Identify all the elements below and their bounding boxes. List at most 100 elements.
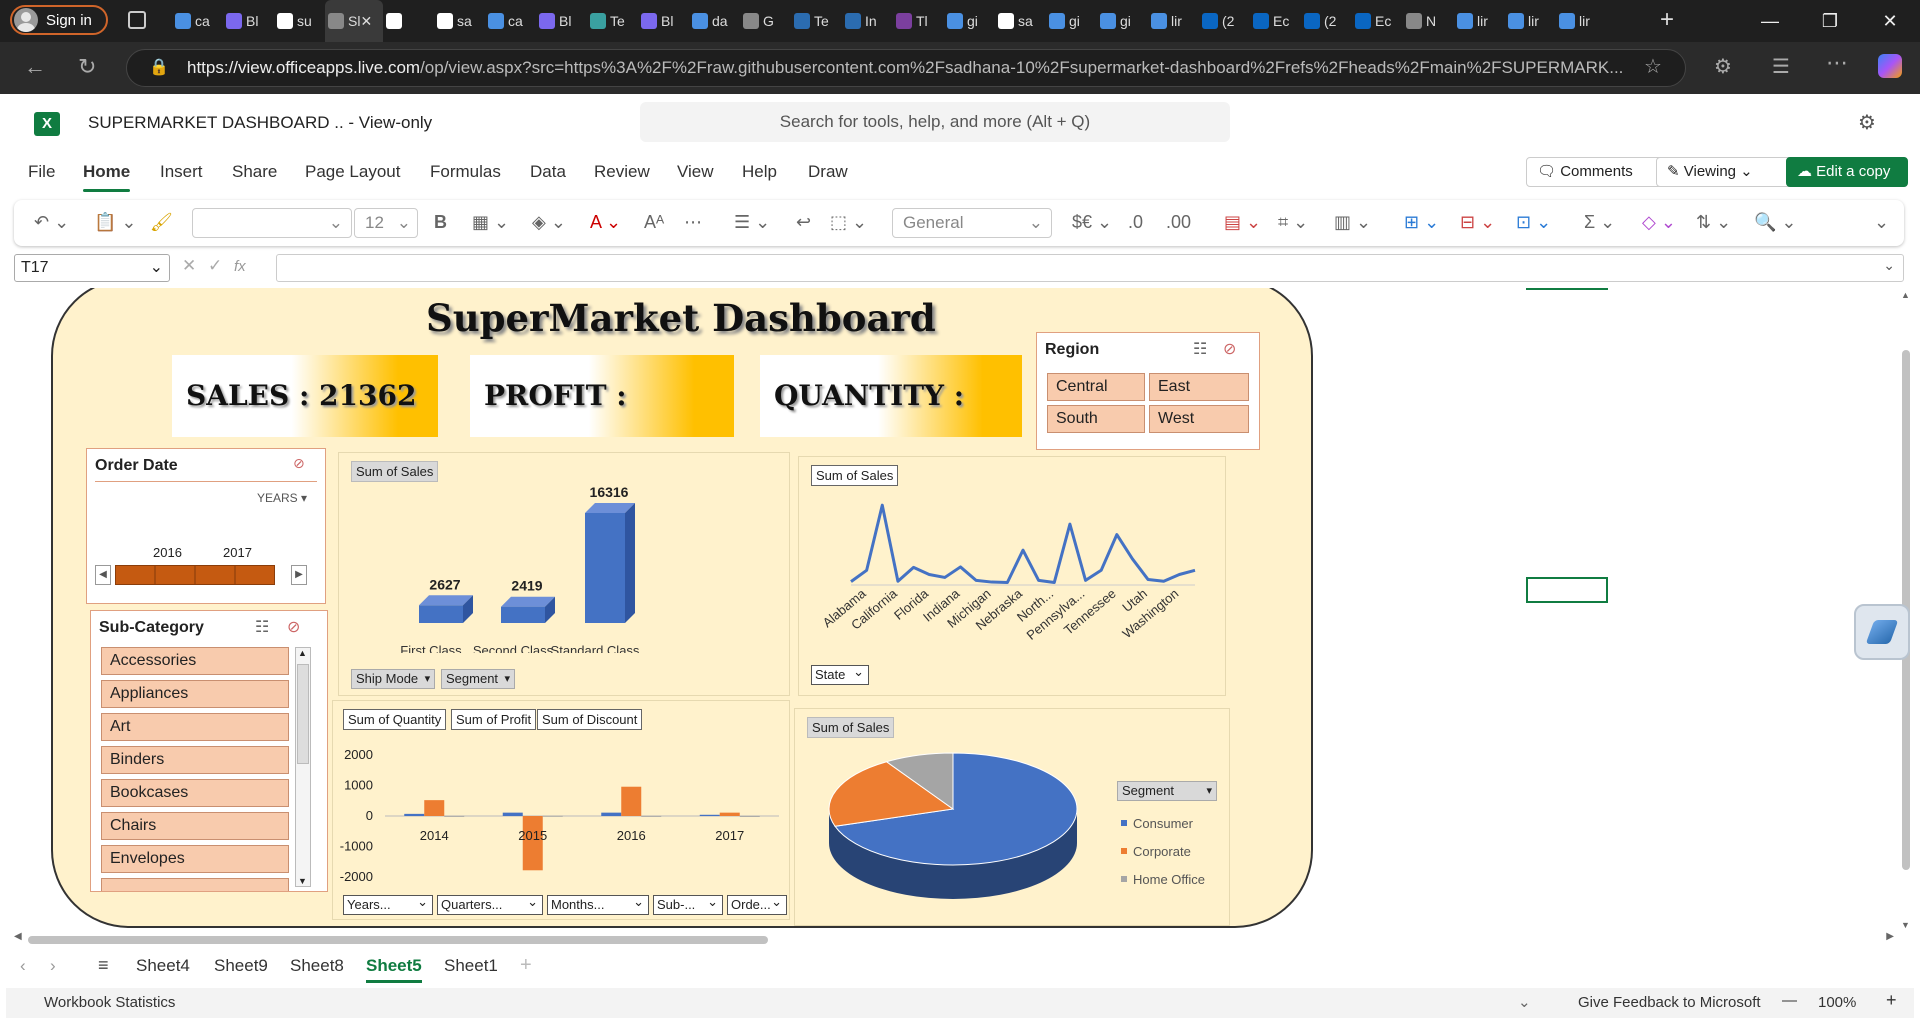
- conditional-format-icon[interactable]: ▤ ⌄: [1224, 212, 1261, 233]
- sign-in-button[interactable]: Sign in: [10, 5, 108, 35]
- font-name-dropdown[interactable]: ⌄: [192, 208, 352, 238]
- search-input[interactable]: Search for tools, help, and more (Alt + …: [640, 102, 1230, 142]
- close-tab-icon[interactable]: ✕: [360, 13, 372, 30]
- minimize-icon[interactable]: —: [1740, 0, 1800, 42]
- borders-icon[interactable]: ▦ ⌄: [472, 212, 509, 233]
- browser-tab[interactable]: Sl ✕: [325, 0, 383, 42]
- edit-copy-button[interactable]: ☁ Edit a copy: [1786, 157, 1908, 187]
- currency-icon[interactable]: $€ ⌄: [1072, 212, 1112, 233]
- align-icon[interactable]: ☰ ⌄: [734, 212, 770, 233]
- insert-cells-icon[interactable]: ⊞ ⌄: [1404, 212, 1439, 233]
- browser-tab[interactable]: (2: [1199, 0, 1250, 42]
- region-item-south[interactable]: South: [1047, 405, 1145, 433]
- sub-category-item-accessories[interactable]: Accessories: [101, 647, 289, 675]
- sheet-tab-sheet4[interactable]: Sheet4: [136, 956, 190, 976]
- menu-home[interactable]: Home: [83, 162, 131, 192]
- year-bar[interactable]: [601, 812, 622, 816]
- browser-tab[interactable]: Tl: [893, 0, 944, 42]
- add-sheet-icon[interactable]: +: [520, 954, 532, 977]
- year-bar[interactable]: [739, 815, 760, 817]
- browser-tab[interactable]: lir: [1148, 0, 1199, 42]
- sub-category-item-envelopes[interactable]: Envelopes: [101, 845, 289, 873]
- region-item-east[interactable]: East: [1149, 373, 1249, 401]
- prev-sheet-icon[interactable]: ‹: [20, 956, 26, 976]
- year-bar[interactable]: [621, 786, 642, 816]
- browser-tab[interactable]: (2: [1301, 0, 1352, 42]
- browser-tab[interactable]: sa: [434, 0, 485, 42]
- browser-tab[interactable]: Te: [791, 0, 842, 42]
- tab-actions-icon[interactable]: [128, 11, 146, 29]
- extensions-icon[interactable]: ⚙: [1714, 54, 1732, 79]
- ribbon-expand-icon[interactable]: ⌄: [1874, 212, 1889, 233]
- multi-select-icon[interactable]: ☷: [255, 617, 269, 637]
- sub-category-item-bookcases[interactable]: Bookcases: [101, 779, 289, 807]
- menu-review[interactable]: Review: [594, 162, 650, 182]
- quarters-filter[interactable]: Quarters...: [437, 893, 543, 915]
- region-item-central[interactable]: Central: [1047, 373, 1145, 401]
- format-table-icon[interactable]: ▥ ⌄: [1334, 212, 1371, 233]
- formula-input[interactable]: ⌄: [276, 254, 1904, 282]
- close-window-icon[interactable]: ✕: [1860, 0, 1920, 42]
- font-size-grow-icon[interactable]: Aᴬ: [644, 212, 664, 233]
- segment-filter[interactable]: Segment: [441, 669, 516, 689]
- menu-view[interactable]: View: [677, 162, 714, 182]
- year-bar[interactable]: [522, 816, 543, 871]
- copilot-icon[interactable]: [1878, 54, 1902, 78]
- state-line-chart[interactable]: Sum of Sales Alabama California Florida Ind…: [798, 456, 1226, 696]
- menu-data[interactable]: Data: [530, 162, 566, 182]
- browser-tab[interactable]: gi: [944, 0, 995, 42]
- selected-cell[interactable]: [1526, 577, 1608, 603]
- browser-tab[interactable]: Te: [587, 0, 638, 42]
- autosum-icon[interactable]: Σ ⌄: [1584, 212, 1615, 233]
- year-bar[interactable]: [542, 815, 563, 817]
- fill-color-icon[interactable]: ◈ ⌄: [532, 212, 566, 233]
- ship-mode-filter[interactable]: Ship Mode: [351, 669, 436, 689]
- year-bar[interactable]: [699, 814, 720, 816]
- undo-icon[interactable]: ↶ ⌄: [34, 212, 69, 233]
- browser-tab[interactable]: da: [689, 0, 740, 42]
- viewing-button[interactable]: ✎ Viewing ⌄: [1656, 157, 1802, 187]
- menu-draw[interactable]: Draw: [808, 162, 848, 182]
- menu-insert[interactable]: Insert: [160, 162, 203, 182]
- horizontal-scrollbar[interactable]: ◀ ▶: [14, 931, 1894, 946]
- ship-bar[interactable]: 2419 Second Class: [473, 578, 555, 653]
- timeline-level-dropdown[interactable]: YEARS ▾: [257, 491, 307, 505]
- browser-tab[interactable]: ca: [172, 0, 223, 42]
- restore-icon[interactable]: ❐: [1800, 0, 1860, 42]
- address-bar[interactable]: 🔒 https://view.officeapps.live.com/op/vi…: [126, 49, 1686, 87]
- browser-tab[interactable]: lir: [1556, 0, 1607, 42]
- ship-mode-chart[interactable]: Sum of Sales 2627 First Class 2419 Second C…: [338, 452, 790, 696]
- sub-filter[interactable]: Sub-...: [653, 893, 723, 915]
- wrap-text-icon[interactable]: ↩: [796, 212, 811, 233]
- year-bar[interactable]: [641, 815, 662, 817]
- increase-decimal-icon[interactable]: .00: [1166, 212, 1191, 233]
- status-chevron-icon[interactable]: ⌄: [1518, 993, 1531, 1011]
- clear-icon[interactable]: ◇ ⌄: [1642, 212, 1676, 233]
- menu-file[interactable]: File: [28, 162, 55, 182]
- next-sheet-icon[interactable]: ›: [50, 956, 56, 976]
- slicer-scrollbar[interactable]: ▲ ▼: [295, 647, 311, 887]
- sub-category-item-art[interactable]: Art: [101, 713, 289, 741]
- settings-gear-icon[interactable]: ⚙: [1858, 110, 1876, 135]
- sheet-tab-sheet9[interactable]: Sheet9: [214, 956, 268, 976]
- timeline-bar[interactable]: [115, 565, 275, 585]
- clear-filter-icon[interactable]: ⊘: [287, 617, 300, 637]
- sub-category-item-partial[interactable]: [101, 878, 289, 891]
- browser-tab[interactable]: Ec: [1250, 0, 1301, 42]
- zoom-out-icon[interactable]: —: [1782, 992, 1797, 1009]
- workbook-statistics[interactable]: Workbook Statistics: [44, 994, 175, 1011]
- browser-tab[interactable]: G: [740, 0, 791, 42]
- browser-tab[interactable]: gi: [1046, 0, 1097, 42]
- menu-formulas[interactable]: Formulas: [430, 162, 501, 182]
- browser-tab[interactable]: Ec: [1352, 0, 1403, 42]
- timeline-right-arrow-icon[interactable]: ▶: [291, 565, 307, 585]
- format-painter-icon[interactable]: 🖌: [150, 212, 173, 233]
- favorites-icon[interactable]: ☰: [1772, 54, 1790, 79]
- bold-icon[interactable]: B: [434, 212, 447, 233]
- format-cells-icon[interactable]: ⊡ ⌄: [1516, 212, 1551, 233]
- sub-category-item-appliances[interactable]: Appliances: [101, 680, 289, 708]
- paste-icon[interactable]: 📋 ⌄: [94, 212, 137, 233]
- more-icon[interactable]: ⋯: [1826, 50, 1848, 76]
- browser-tab[interactable]: sa: [995, 0, 1046, 42]
- year-bar[interactable]: [719, 812, 740, 816]
